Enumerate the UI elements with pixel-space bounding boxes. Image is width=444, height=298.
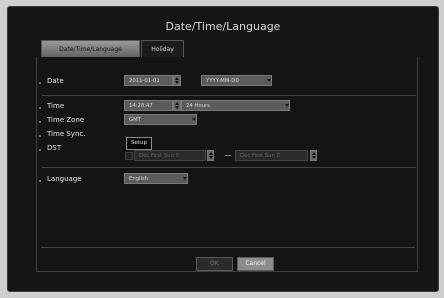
dst-start-stepper-icon[interactable] bbox=[207, 150, 214, 161]
time-zone-select[interactable]: GMT bbox=[124, 114, 197, 125]
language-select[interactable]: English bbox=[124, 173, 188, 184]
time-bullet-icon bbox=[39, 107, 41, 109]
ok-button[interactable]: OK bbox=[196, 257, 233, 271]
time-format-dropdown-icon[interactable] bbox=[284, 100, 290, 111]
date-time-language-dialog: Date/Time/Language Date/Time/Language Ho… bbox=[7, 6, 439, 292]
dst-checkbox[interactable] bbox=[125, 152, 133, 160]
dst-label: DST bbox=[47, 144, 62, 152]
time-label: Time bbox=[47, 102, 65, 110]
date-format-select[interactable]: YYYY-MM-DD bbox=[201, 75, 272, 86]
language-bullet-icon bbox=[39, 180, 41, 182]
dst-start-field[interactable]: Dec First Sun 0 bbox=[134, 150, 206, 161]
date-label: Date bbox=[47, 77, 64, 85]
date-stepper-icon[interactable] bbox=[173, 75, 181, 86]
dst-end-field[interactable]: Dec First Sun 0 bbox=[235, 150, 308, 161]
time-format-select[interactable]: 24 Hours bbox=[181, 100, 290, 111]
cancel-button[interactable]: Cancel bbox=[237, 257, 274, 271]
language-dropdown-icon[interactable] bbox=[182, 173, 188, 184]
time-stepper-icon[interactable] bbox=[173, 100, 181, 111]
footer-divider bbox=[41, 247, 415, 248]
date-field[interactable]: 2011-01-01 bbox=[124, 75, 173, 86]
time-zone-bullet-icon bbox=[39, 121, 41, 123]
dst-end-stepper-icon[interactable] bbox=[310, 150, 317, 161]
settings-panel bbox=[36, 57, 418, 272]
time-zone-label: Time Zone bbox=[47, 116, 85, 124]
dialog-title: Date/Time/Language bbox=[165, 20, 281, 33]
date-bullet-icon bbox=[39, 82, 41, 84]
time-sync-bullet-icon bbox=[39, 135, 41, 137]
divider-bottom bbox=[42, 167, 416, 168]
time-zone-dropdown-icon[interactable] bbox=[191, 114, 197, 125]
language-label: Language bbox=[47, 175, 82, 183]
divider-top bbox=[42, 95, 416, 96]
time-sync-label: Time Sync. bbox=[47, 130, 86, 138]
date-format-dropdown-icon[interactable] bbox=[266, 75, 272, 86]
dst-range-separator bbox=[225, 155, 231, 156]
setup-button[interactable]: Setup bbox=[126, 137, 152, 150]
dst-bullet-icon bbox=[39, 149, 41, 151]
time-field[interactable]: 14:28:47 bbox=[124, 100, 173, 111]
